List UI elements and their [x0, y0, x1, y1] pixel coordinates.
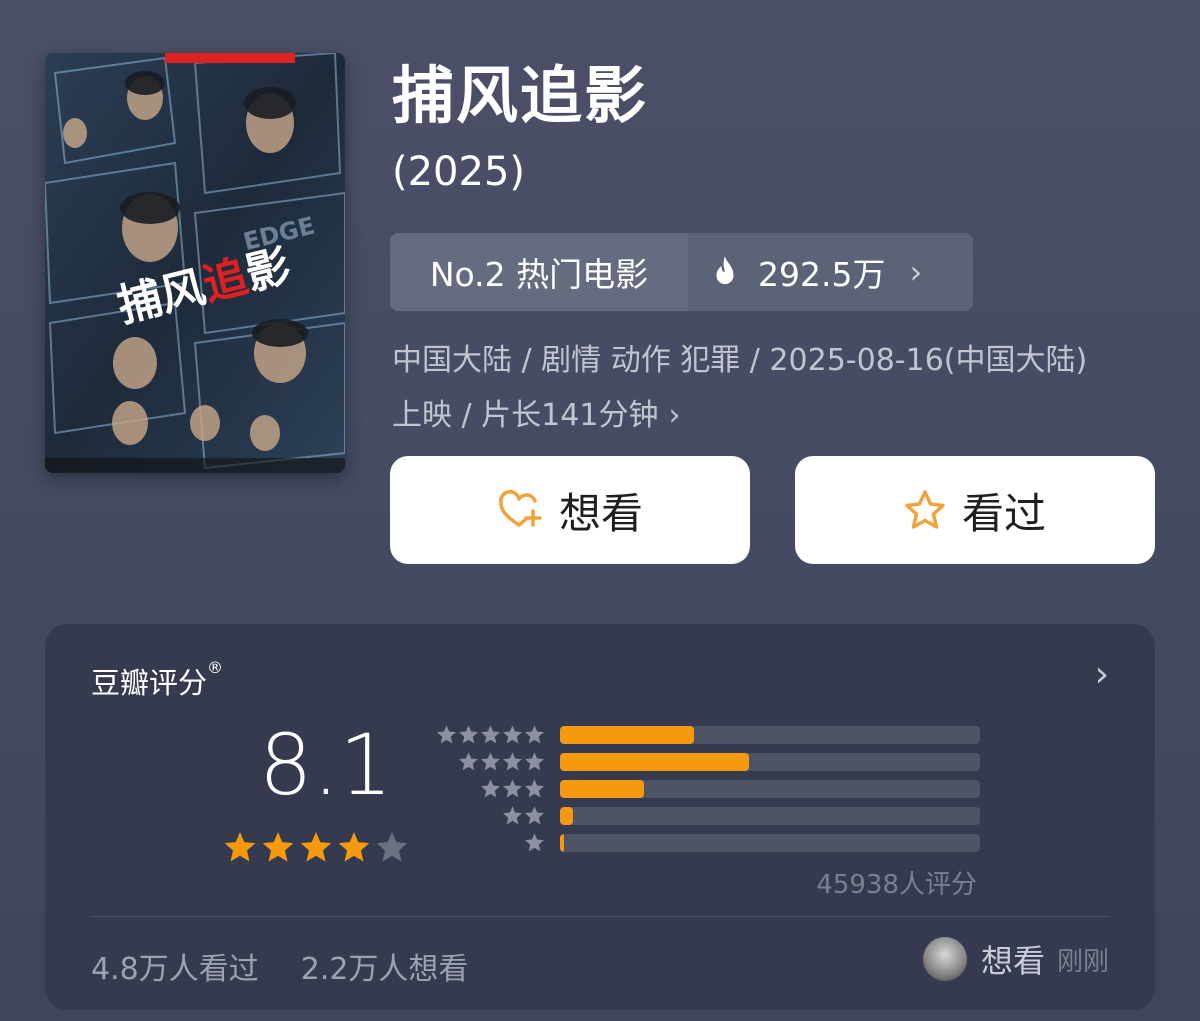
douban-rating-card[interactable]: 豆瓣评分® › 8.1 45938人评分 4.8万人看过 2.2万人想看 想看 … — [45, 624, 1155, 1010]
heat-value: 292.5万 — [758, 255, 886, 294]
rating-bar-row-5 — [435, 724, 980, 745]
rating-bar-track — [560, 833, 980, 852]
chevron-right-icon[interactable]: › — [1095, 654, 1109, 695]
meta-line-2: 上映 / 片长141分钟 — [392, 398, 659, 433]
movie-poster[interactable]: 捕风追影 EDGE — [45, 53, 345, 473]
divider — [91, 916, 1109, 917]
star-small-icon — [481, 752, 500, 771]
star-outline-icon — [905, 490, 945, 529]
heart-plus-icon — [499, 490, 542, 527]
want-count[interactable]: 2.2万人想看 — [301, 944, 469, 988]
star-small-icon — [503, 779, 522, 798]
avatar[interactable] — [922, 937, 967, 981]
watched-button[interactable]: 看过 — [795, 456, 1155, 564]
rating-card-title: 豆瓣评分® — [91, 658, 224, 702]
seen-count[interactable]: 4.8万人看过 — [91, 944, 259, 988]
movie-title: 捕风追影 — [392, 59, 649, 132]
rating-bar-stars — [435, 805, 545, 826]
rating-bar-track — [560, 779, 980, 798]
friend-action: 想看 — [980, 942, 1045, 980]
want-to-watch-label: 想看 — [558, 488, 643, 538]
star-filled-icon — [338, 832, 370, 862]
movie-meta[interactable]: 中国大陆 / 剧情 动作 犯罪 / 2025-08-16(中国大陆) 上映 / … — [392, 333, 1162, 443]
star-small-icon — [503, 752, 522, 771]
star-filled-icon — [300, 832, 332, 862]
star-small-icon — [459, 752, 478, 771]
star-small-icon — [503, 725, 522, 744]
rating-bar-track — [560, 725, 980, 744]
heat-link[interactable]: 292.5万 › — [688, 233, 973, 311]
registered-mark: ® — [207, 658, 224, 677]
rating-bar-fill — [560, 779, 644, 798]
rating-bar-fill — [560, 752, 749, 771]
star-empty-icon — [376, 832, 408, 862]
chevron-right-icon: › — [909, 253, 923, 291]
star-small-icon — [481, 779, 500, 798]
friend-activity[interactable]: 想看 刚刚 — [922, 936, 1109, 982]
movie-year: (2025) — [392, 149, 526, 195]
star-small-icon — [525, 806, 544, 825]
rating-bar-row-1 — [435, 832, 980, 853]
rating-bar-track — [560, 752, 980, 771]
friend-time: 刚刚 — [1056, 946, 1109, 977]
rating-bar-fill — [560, 833, 565, 852]
rating-bar-stars — [435, 778, 545, 799]
rank-pill[interactable]: No.2 热门电影 292.5万 › — [390, 233, 973, 311]
chevron-right-icon: › — [668, 398, 681, 433]
rating-stars — [223, 830, 409, 864]
raters-count: 45938人评分 — [816, 870, 977, 900]
star-small-icon — [525, 833, 544, 852]
poster-image: 捕风追影 EDGE — [45, 53, 345, 473]
watched-label: 看过 — [961, 488, 1046, 538]
want-to-watch-button[interactable]: 想看 — [390, 456, 750, 564]
star-small-icon — [437, 725, 456, 744]
star-small-icon — [481, 725, 500, 744]
star-filled-icon — [262, 832, 294, 862]
star-small-icon — [459, 725, 478, 744]
rank-label[interactable]: No.2 热门电影 — [390, 233, 688, 311]
rating-bar-stars — [435, 724, 545, 745]
rating-score: 8.1 — [259, 716, 393, 814]
fire-icon — [716, 256, 734, 285]
watch-stats: 4.8万人看过 2.2万人想看 — [91, 944, 468, 988]
star-small-icon — [525, 779, 544, 798]
star-filled-icon — [224, 832, 256, 862]
rating-bar-row-4 — [435, 751, 980, 772]
rating-bar-fill — [560, 806, 573, 825]
rating-bar-fill — [560, 725, 695, 744]
star-small-icon — [503, 806, 522, 825]
rating-bar-stars — [435, 832, 545, 853]
meta-line-1: 中国大陆 / 剧情 动作 犯罪 / 2025-08-16(中国大陆) — [392, 343, 1088, 378]
rating-bar-row-2 — [435, 805, 980, 826]
rating-bar-row-3 — [435, 778, 980, 799]
rating-title-text: 豆瓣评分 — [91, 666, 208, 700]
rating-bar-track — [560, 806, 980, 825]
star-small-icon — [525, 752, 544, 771]
rating-bar-stars — [435, 751, 545, 772]
star-small-icon — [525, 725, 544, 744]
